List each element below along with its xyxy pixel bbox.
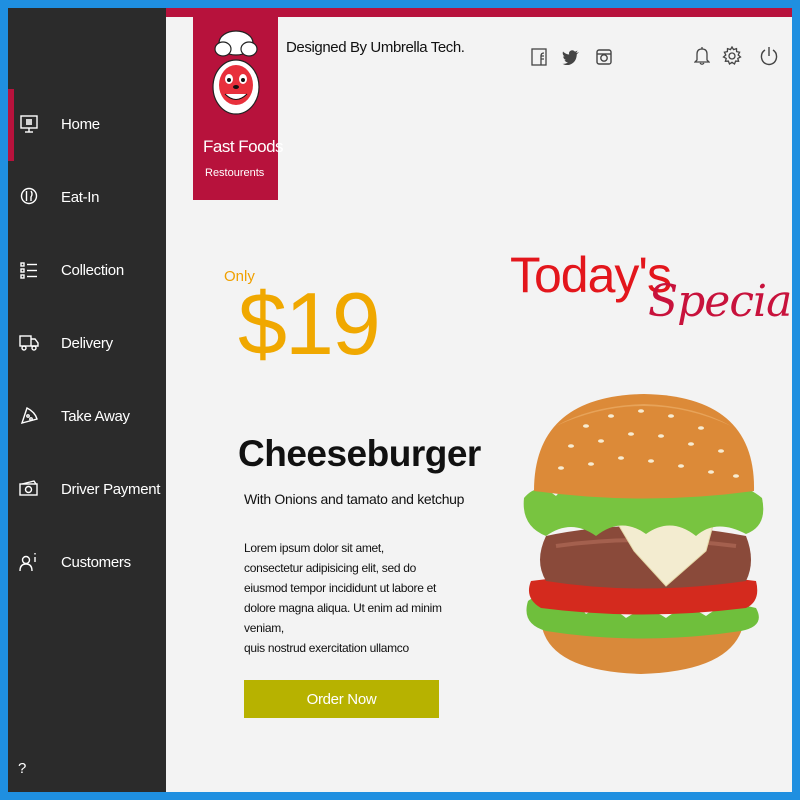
sidebar-item-label: Collection [61,262,124,279]
sidebar-item-delivery[interactable]: Delivery [8,308,166,380]
instagram-icon[interactable] [594,46,614,68]
eat-in-icon [19,186,39,208]
list-icon [19,259,39,281]
power-icon[interactable] [759,45,779,67]
brand-name: Fast Foods [203,137,284,156]
designed-by-text: Designed By Umbrella Tech. [286,39,465,56]
monitor-icon [19,113,39,135]
pizza-slice-icon [19,405,39,427]
order-now-button[interactable]: Order Now [244,680,439,718]
product-name: Cheeseburger [238,433,481,474]
bell-icon[interactable] [692,45,712,67]
twitter-icon[interactable] [561,46,581,68]
price: $19 [238,274,381,373]
special-heading: Special [648,276,792,327]
gear-icon[interactable] [722,45,742,67]
top-accent-bar [166,8,792,17]
product-description: Lorem ipsum dolor sit amet, consectetur … [244,541,442,655]
sidebar-item-customers[interactable]: Customers [8,527,166,599]
active-indicator [8,89,14,161]
cash-icon [19,478,39,500]
sidebar-item-driver-payment[interactable]: Driver Payment [8,454,166,526]
sidebar-item-label: Take Away [61,408,130,425]
burger-image [523,394,764,674]
app-window: Home Eat-In Collection Delivery Take Awa… [8,8,792,792]
product-subtitle: With Onions and tamato and ketchup [244,491,465,507]
sidebar-item-label: Driver Payment [61,481,161,498]
sidebar-item-collection[interactable]: Collection [8,235,166,307]
sidebar-item-label: Eat-In [61,189,100,206]
mascot-icon [212,30,260,115]
truck-icon [19,332,39,354]
help-button[interactable]: ? [18,760,26,777]
sidebar-item-label: Home [61,116,100,133]
customer-icon [19,551,39,573]
sidebar: Home Eat-In Collection Delivery Take Awa… [8,8,166,792]
todays-heading: Today's [510,247,672,303]
sidebar-item-home[interactable]: Home [8,89,166,161]
brand-logo: Fast Foods Restourents [193,17,284,200]
sidebar-item-take-away[interactable]: Take Away [8,381,166,453]
brand-tagline: Restourents [205,167,265,179]
sidebar-item-label: Customers [61,554,131,571]
facebook-icon[interactable] [529,46,549,68]
sidebar-item-label: Delivery [61,335,113,352]
sidebar-item-eat-in[interactable]: Eat-In [8,162,166,234]
